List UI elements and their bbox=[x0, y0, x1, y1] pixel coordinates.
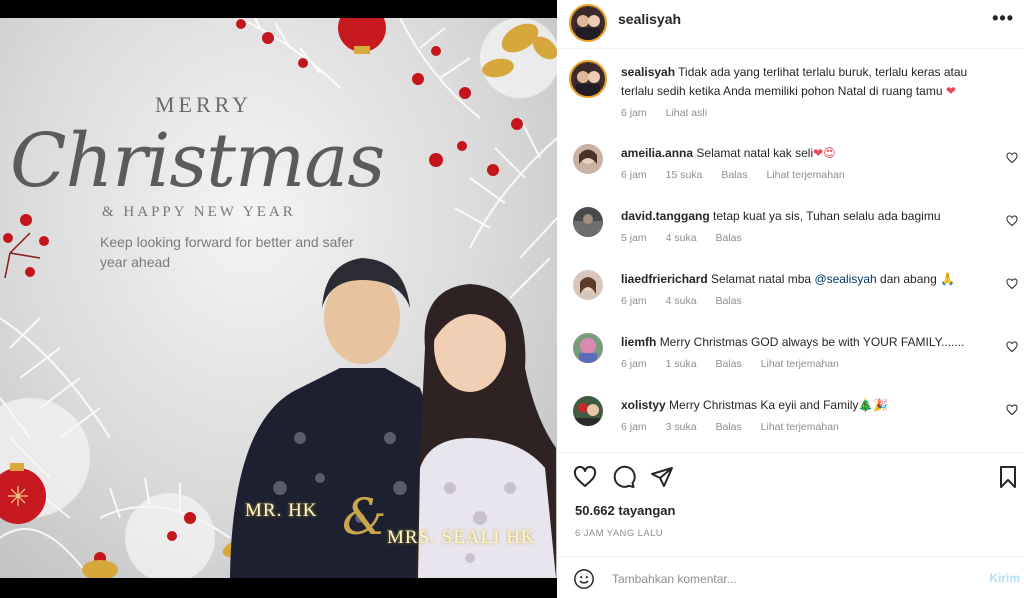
media-letterbox-bottom bbox=[0, 578, 557, 598]
reply-button[interactable]: Balas bbox=[721, 169, 747, 181]
card-name-mrs: MRS. SEALI HK bbox=[387, 527, 536, 548]
card-tagline: Keep looking forward for better and safe… bbox=[100, 234, 354, 270]
comment-text-continued: dan abang bbox=[880, 272, 937, 286]
more-options-icon[interactable]: ••• bbox=[992, 8, 1014, 29]
comment-text-block: liemfh Merry Christmas GOD always be wit… bbox=[621, 333, 997, 352]
comment-text: Selamat natal mba bbox=[711, 272, 812, 286]
comment-icon[interactable] bbox=[612, 465, 636, 489]
post-timestamp: 6 JAM YANG LALU bbox=[575, 528, 664, 539]
reply-button[interactable]: Balas bbox=[715, 295, 741, 307]
send-comment-button[interactable]: Kirim bbox=[989, 571, 1020, 585]
comment-time: 6 jam bbox=[621, 358, 647, 370]
comment-likes[interactable]: 3 suka bbox=[666, 421, 697, 433]
bookmark-icon[interactable] bbox=[996, 465, 1020, 489]
avatar-photo-icon bbox=[573, 207, 603, 237]
comment-likes[interactable]: 15 suka bbox=[666, 169, 703, 181]
comment-like-heart-icon[interactable] bbox=[1006, 215, 1018, 227]
comment-meta: 6 jam 1 suka Balas Lihat terjemahan bbox=[621, 358, 855, 370]
author-username[interactable]: sealisyah bbox=[618, 11, 681, 27]
add-comment-input[interactable] bbox=[612, 569, 942, 589]
commenter-avatar[interactable] bbox=[573, 333, 603, 363]
comment-text: Merry Christmas GOD always be with YOUR … bbox=[659, 335, 965, 349]
reply-button[interactable]: Balas bbox=[715, 358, 741, 370]
card-ampersand: & bbox=[342, 488, 387, 546]
instagram-post-view: MERRY Christmas & HAPPY NEW YEAR Keep lo… bbox=[0, 0, 1024, 598]
comment-like-heart-icon[interactable] bbox=[1006, 152, 1018, 164]
post-image[interactable]: MERRY Christmas & HAPPY NEW YEAR Keep lo… bbox=[0, 18, 557, 578]
see-translation-link[interactable]: Lihat terjemahan bbox=[767, 169, 845, 181]
comment-like-heart-icon[interactable] bbox=[1006, 278, 1018, 290]
avatar-photo-icon bbox=[573, 144, 603, 174]
comment-emoji: 🎄🎉 bbox=[858, 398, 889, 412]
avatar-photo-icon bbox=[573, 333, 603, 363]
comment-username[interactable]: liemfh bbox=[621, 335, 656, 349]
comment-meta: 6 jam 4 suka Balas bbox=[621, 295, 758, 307]
comment-text-block: xolistyy Merry Christmas Ka eyii and Fam… bbox=[621, 396, 997, 415]
card-christmas-text: Christmas bbox=[10, 118, 385, 204]
comment-meta: 5 jam 4 suka Balas bbox=[621, 232, 758, 244]
media-letterbox-top bbox=[0, 0, 557, 18]
avatar-photo-icon bbox=[571, 6, 605, 40]
caption-avatar[interactable] bbox=[569, 60, 607, 98]
card-happy-new-year-text: & HAPPY NEW YEAR bbox=[102, 204, 296, 220]
reply-button[interactable]: Balas bbox=[715, 232, 741, 244]
caption-text-block: sealisyah Tidak ada yang terlihat terlal… bbox=[621, 63, 997, 101]
commenter-avatar[interactable] bbox=[573, 270, 603, 300]
post-side-panel: sealisyah ••• sealisyah Tidak ada yang t… bbox=[557, 0, 1024, 598]
author-avatar[interactable] bbox=[569, 4, 607, 42]
heart-icon[interactable] bbox=[573, 465, 597, 489]
comment-likes[interactable]: 4 suka bbox=[666, 232, 697, 244]
avatar-photo-icon bbox=[573, 270, 603, 300]
post-media[interactable]: MERRY Christmas & HAPPY NEW YEAR Keep lo… bbox=[0, 0, 557, 598]
caption-emoji: ❤ bbox=[945, 84, 956, 98]
comments-list: sealisyah Tidak ada yang terlihat terlal… bbox=[557, 50, 1024, 450]
card-merry-text: MERRY bbox=[155, 92, 253, 117]
commenter-avatar[interactable] bbox=[573, 396, 603, 426]
christmas-card-illustration bbox=[0, 18, 557, 578]
comment-username[interactable]: ameilia.anna bbox=[621, 146, 693, 160]
comment-text-block: david.tanggang tetap kuat ya sis, Tuhan … bbox=[621, 207, 997, 226]
caption-meta: 6 jam Lihat asli bbox=[621, 107, 723, 119]
comment-meta: 6 jam 3 suka Balas Lihat terjemahan bbox=[621, 421, 855, 433]
comment-text: tetap kuat ya sis, Tuhan selalu ada bagi… bbox=[713, 209, 941, 223]
comment-meta: 6 jam 15 suka Balas Lihat terjemahan bbox=[621, 169, 861, 181]
commenter-avatar[interactable] bbox=[573, 144, 603, 174]
comment-time: 6 jam bbox=[621, 421, 647, 433]
commenter-avatar[interactable] bbox=[573, 207, 603, 237]
comment-time: 6 jam bbox=[621, 169, 647, 181]
comment-like-heart-icon[interactable] bbox=[1006, 404, 1018, 416]
comment-username[interactable]: liaedfrierichard bbox=[621, 272, 708, 286]
share-icon[interactable] bbox=[650, 465, 674, 489]
see-original-link[interactable]: Lihat asli bbox=[666, 107, 707, 119]
reply-button[interactable]: Balas bbox=[715, 421, 741, 433]
comment-emoji: ❤😍 bbox=[813, 146, 836, 160]
comment-like-heart-icon[interactable] bbox=[1006, 341, 1018, 353]
see-translation-link[interactable]: Lihat terjemahan bbox=[761, 421, 839, 433]
avatar-photo-icon bbox=[571, 62, 605, 96]
views-count[interactable]: 50.662 tayangan bbox=[575, 503, 675, 518]
comment-username[interactable]: david.tanggang bbox=[621, 209, 710, 223]
card-name-mr: MR. HK bbox=[245, 500, 318, 521]
comment-username[interactable]: xolistyy bbox=[621, 398, 666, 412]
avatar-photo-icon bbox=[573, 396, 603, 426]
caption-time: 6 jam bbox=[621, 107, 647, 119]
comment-text-block: liaedfrierichard Selamat natal mba @seal… bbox=[621, 270, 997, 289]
see-translation-link[interactable]: Lihat terjemahan bbox=[761, 358, 839, 370]
comment-text-block: ameilia.anna Selamat natal kak seli❤😍 bbox=[621, 144, 997, 163]
comment-time: 5 jam bbox=[621, 232, 647, 244]
comment-text: Merry Christmas Ka eyii and Family bbox=[669, 398, 859, 412]
caption-username[interactable]: sealisyah bbox=[621, 65, 675, 79]
emoji-icon[interactable] bbox=[573, 568, 595, 590]
mention-link[interactable]: @sealisyah bbox=[814, 272, 876, 286]
comment-likes[interactable]: 4 suka bbox=[666, 295, 697, 307]
add-comment-bar: Kirim bbox=[557, 556, 1024, 598]
post-actions: 50.662 tayangan 6 JAM YANG LALU bbox=[557, 452, 1024, 562]
comment-emoji: 🙏 bbox=[940, 272, 956, 286]
comment-time: 6 jam bbox=[621, 295, 647, 307]
comment-likes[interactable]: 1 suka bbox=[666, 358, 697, 370]
post-header: sealisyah ••• bbox=[557, 0, 1024, 49]
comment-text: Selamat natal kak seli bbox=[696, 146, 814, 160]
